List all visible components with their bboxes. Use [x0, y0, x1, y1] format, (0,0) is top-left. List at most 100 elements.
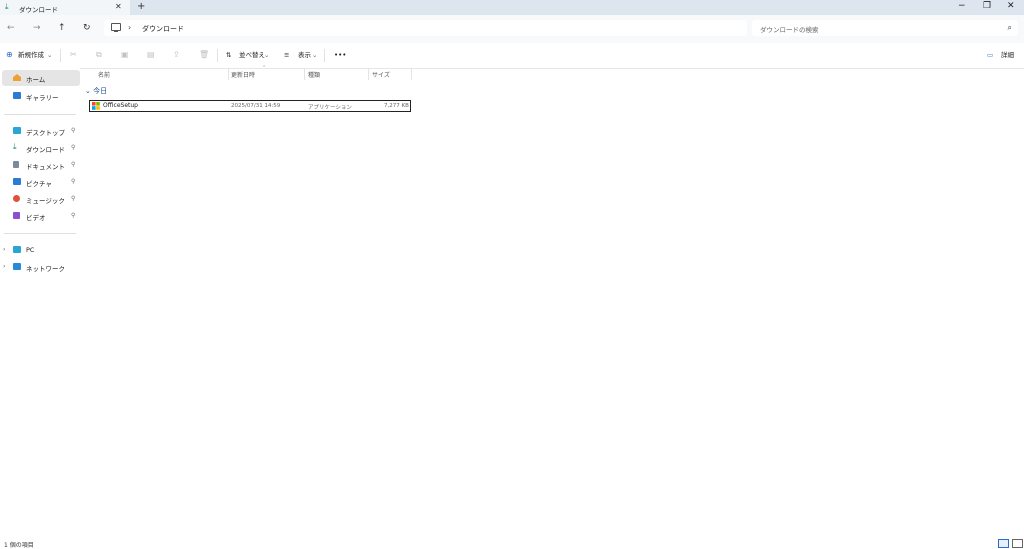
tab-downloads[interactable]: ⤓ ダウンロード ✕	[0, 0, 130, 15]
group-header-today[interactable]: ⌄ 今日	[85, 86, 107, 96]
new-button[interactable]: 新規作成	[18, 51, 44, 59]
pin-icon: ⚲	[71, 144, 76, 151]
sidebar-item-label: ビデオ	[26, 214, 46, 222]
address-bar[interactable]: › ダウンロード	[104, 20, 747, 36]
scissors-icon[interactable]: ✂	[70, 51, 77, 59]
sidebar-item-label: ピクチャ	[26, 180, 52, 188]
sidebar-item-pc[interactable]: › PC	[2, 242, 80, 258]
sidebar-item-documents[interactable]: ドキュメント ⚲	[2, 157, 80, 173]
sort-chevron-icon: ⌄	[264, 51, 270, 59]
sort-button[interactable]: 並べ替え	[239, 51, 265, 59]
sidebar-item-label: ミュージック	[26, 197, 65, 205]
search-icon[interactable]: ⌕	[1008, 23, 1012, 33]
group-label: 今日	[93, 87, 108, 95]
download-icon: ⤓	[13, 142, 17, 151]
column-divider[interactable]	[411, 68, 412, 80]
toolbar-divider	[60, 49, 61, 62]
sort-caret-icon: ⌃	[262, 65, 267, 71]
expand-chevron-icon[interactable]: ›	[3, 246, 5, 253]
copy-icon[interactable]: ⧉	[96, 51, 102, 59]
picture-icon	[13, 178, 21, 185]
sidebar-item-label: ドキュメント	[26, 163, 65, 171]
tab-close-button[interactable]: ✕	[115, 3, 122, 11]
file-size: 7,277 KB	[384, 102, 409, 109]
command-bar: ⊕ 新規作成 ⌄ ✂ ⧉ ▣ ▤ ⇪ 🗑 ⇅ 並べ替え ⌄ ≡ 表示 ⌄ •••…	[0, 43, 1024, 69]
item-count: 1 個の項目	[4, 542, 34, 549]
new-tab-button[interactable]: +	[137, 2, 145, 12]
column-header-modified[interactable]: 更新日時	[231, 70, 255, 79]
pin-icon: ⚲	[71, 212, 76, 219]
breadcrumb-separator: ›	[128, 23, 132, 32]
restore-button[interactable]: ❐	[983, 2, 991, 11]
office-app-icon	[92, 102, 100, 110]
minimize-button[interactable]: −	[958, 2, 966, 11]
column-divider[interactable]	[228, 68, 229, 80]
pin-icon: ⚲	[71, 195, 76, 202]
sidebar-item-label: ギャラリー	[26, 94, 59, 102]
file-modified: 2025/07/31 14:59	[231, 102, 281, 109]
file-row[interactable]: OfficeSetup 2025/07/31 14:59 アプリケーション 7,…	[89, 100, 411, 112]
details-pane-icon: ▭	[987, 51, 994, 59]
music-icon	[13, 195, 20, 202]
more-button[interactable]: •••	[334, 51, 346, 59]
column-header-name[interactable]: 名前	[98, 70, 110, 79]
sidebar-divider	[4, 114, 76, 115]
view-chevron-icon: ⌄	[312, 51, 318, 59]
forward-button[interactable]: →	[33, 24, 41, 33]
details-view-button[interactable]	[998, 539, 1009, 548]
download-icon: ⤓	[5, 2, 9, 11]
view-button[interactable]: 表示	[298, 51, 311, 59]
desktop-icon	[13, 127, 21, 134]
document-icon	[13, 161, 19, 168]
group-chevron-icon: ⌄	[85, 87, 91, 95]
paste-icon[interactable]: ▣	[121, 51, 129, 59]
pin-icon: ⚲	[71, 178, 76, 185]
sidebar-item-label: ネットワーク	[26, 265, 65, 273]
sidebar-item-home[interactable]: ホーム	[2, 70, 80, 86]
search-box[interactable]: ダウンロードの検索 ⌕	[752, 20, 1018, 36]
details-button[interactable]: 詳細	[1001, 51, 1014, 59]
back-button[interactable]: ←	[7, 24, 15, 33]
close-window-button[interactable]: ✕	[1007, 2, 1015, 11]
breadcrumb-downloads[interactable]: ダウンロード	[142, 24, 184, 34]
sidebar-item-pictures[interactable]: ピクチャ ⚲	[2, 174, 80, 190]
file-type: アプリケーション	[308, 104, 352, 111]
column-divider[interactable]	[304, 68, 305, 80]
delete-icon[interactable]: 🗑	[199, 51, 209, 59]
pc-icon	[111, 23, 121, 31]
pc-stand	[114, 31, 118, 32]
tiles-view-button[interactable]	[1012, 539, 1023, 548]
status-bar: 1 個の項目	[0, 536, 1024, 549]
sidebar-item-downloads[interactable]: ⤓ ダウンロード ⚲	[2, 140, 80, 156]
sidebar-item-label: デスクトップ	[26, 129, 65, 137]
sidebar-item-videos[interactable]: ビデオ ⚲	[2, 208, 80, 224]
sidebar-item-network[interactable]: › ネットワーク	[2, 259, 80, 275]
sidebar-divider	[4, 233, 76, 234]
share-icon[interactable]: ⇪	[173, 51, 180, 59]
search-placeholder: ダウンロードの検索	[760, 26, 819, 34]
toolbar-divider	[324, 49, 325, 62]
video-icon	[13, 212, 20, 219]
expand-chevron-icon[interactable]: ›	[3, 263, 5, 270]
column-header-type[interactable]: 種類	[308, 70, 320, 79]
rename-icon[interactable]: ▤	[147, 51, 155, 59]
pin-icon: ⚲	[71, 127, 76, 134]
navigation-pane: ホーム ギャラリー デスクトップ ⚲ ⤓ ダウンロード ⚲ ドキュメント ⚲ ピ…	[0, 68, 80, 546]
tab-title: ダウンロード	[19, 6, 58, 14]
gallery-icon	[13, 92, 21, 99]
home-icon	[13, 74, 21, 81]
file-name: OfficeSetup	[103, 102, 138, 109]
network-icon	[13, 263, 21, 270]
sort-icon: ⇅	[226, 51, 232, 59]
sidebar-item-gallery[interactable]: ギャラリー	[2, 88, 80, 104]
refresh-button[interactable]: ↻	[83, 24, 91, 33]
pc-icon	[13, 246, 21, 253]
column-divider[interactable]	[368, 68, 369, 80]
sidebar-item-label: ダウンロード	[26, 146, 65, 154]
column-header-size[interactable]: サイズ	[372, 70, 390, 79]
sidebar-item-desktop[interactable]: デスクトップ ⚲	[2, 123, 80, 139]
sidebar-item-label: ホーム	[26, 76, 46, 84]
sidebar-item-music[interactable]: ミュージック ⚲	[2, 191, 80, 207]
up-button[interactable]: ↑	[58, 24, 66, 33]
new-chevron-icon: ⌄	[47, 51, 53, 59]
